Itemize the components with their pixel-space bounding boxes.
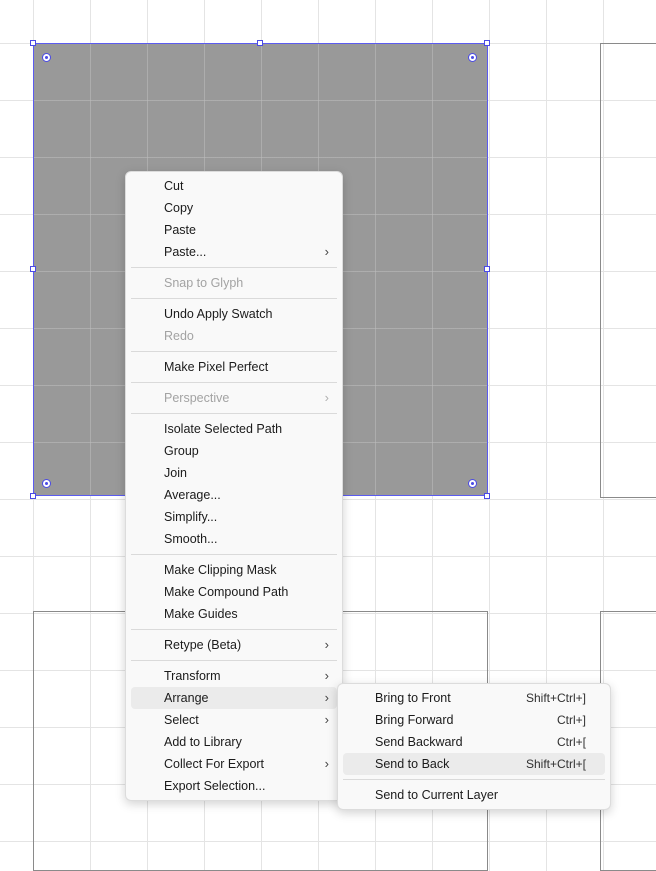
menu-separator: [131, 298, 337, 299]
menu-item-transform[interactable]: Transform ›: [131, 665, 337, 687]
menu-item-label: Add to Library: [164, 735, 242, 749]
corner-radius-widget-top-left[interactable]: [42, 53, 51, 62]
menu-item-label: Undo Apply Swatch: [164, 307, 273, 321]
menu-item-label: Perspective: [164, 391, 230, 405]
menu-item-label: Snap to Glyph: [164, 276, 244, 290]
handle-middle-left[interactable]: [30, 266, 36, 272]
menu-item-label: Paste: [164, 223, 196, 237]
menu-separator: [131, 660, 337, 661]
menu-item-label: Bring Forward: [375, 713, 454, 727]
menu-separator: [131, 413, 337, 414]
handle-middle-right[interactable]: [484, 266, 490, 272]
corner-radius-widget-bottom-left[interactable]: [42, 479, 51, 488]
menu-item-label: Cut: [164, 179, 184, 193]
chevron-right-icon: ›: [324, 690, 329, 705]
menu-item-label: Simplify...: [164, 510, 218, 524]
menu-separator: [131, 554, 337, 555]
menu-item-label: Arrange: [164, 691, 209, 705]
shortcut-label: Ctrl+[: [556, 735, 586, 749]
context-menu: Cut Copy Paste Paste... › Snap to Glyph U…: [125, 171, 343, 801]
menu-item-label: Send to Current Layer: [375, 788, 498, 802]
menu-item-label: Redo: [164, 329, 194, 343]
submenu-item-bring-to-front[interactable]: Bring to Front Shift+Ctrl+]: [343, 687, 605, 709]
menu-item-copy[interactable]: Copy: [131, 197, 337, 219]
menu-item-add-to-library[interactable]: Add to Library: [131, 731, 337, 753]
arrange-submenu: Bring to Front Shift+Ctrl+] Bring Forward…: [337, 683, 611, 810]
menu-separator: [131, 267, 337, 268]
handle-bottom-left[interactable]: [30, 493, 36, 499]
menu-item-label: Send Backward: [375, 735, 463, 749]
artboard-right-top: [600, 43, 656, 498]
menu-item-average[interactable]: Average...: [131, 484, 337, 506]
menu-separator: [131, 382, 337, 383]
chevron-right-icon: ›: [324, 712, 329, 727]
submenu-item-send-to-back[interactable]: Send to Back Shift+Ctrl+[: [343, 753, 605, 775]
submenu-item-bring-forward[interactable]: Bring Forward Ctrl+]: [343, 709, 605, 731]
menu-item-retype[interactable]: Retype (Beta) ›: [131, 634, 337, 656]
menu-item-snap-to-glyph: Snap to Glyph: [131, 272, 337, 294]
menu-item-make-pixel-perfect[interactable]: Make Pixel Perfect: [131, 356, 337, 378]
submenu-item-send-to-current-layer[interactable]: Send to Current Layer: [343, 784, 605, 806]
menu-item-make-compound-path[interactable]: Make Compound Path: [131, 581, 337, 603]
menu-item-make-guides[interactable]: Make Guides: [131, 603, 337, 625]
submenu-item-send-backward[interactable]: Send Backward Ctrl+[: [343, 731, 605, 753]
menu-item-group[interactable]: Group: [131, 440, 337, 462]
menu-item-label: Paste...: [164, 245, 207, 259]
menu-item-simplify[interactable]: Simplify...: [131, 506, 337, 528]
menu-item-arrange[interactable]: Arrange ›: [131, 687, 337, 709]
menu-item-label: Make Clipping Mask: [164, 563, 277, 577]
chevron-right-icon: ›: [324, 390, 329, 405]
menu-item-label: Export Selection...: [164, 779, 266, 793]
menu-item-label: Average...: [164, 488, 221, 502]
handle-top-center[interactable]: [257, 40, 263, 46]
chevron-right-icon: ›: [324, 756, 329, 771]
menu-item-cut[interactable]: Cut: [131, 175, 337, 197]
menu-item-label: Bring to Front: [375, 691, 451, 705]
handle-bottom-right[interactable]: [484, 493, 490, 499]
menu-separator: [131, 351, 337, 352]
menu-item-redo: Redo: [131, 325, 337, 347]
menu-item-label: Join: [164, 466, 187, 480]
chevron-right-icon: ›: [324, 244, 329, 259]
shortcut-label: Ctrl+]: [556, 713, 586, 727]
menu-item-smooth[interactable]: Smooth...: [131, 528, 337, 550]
handle-top-left[interactable]: [30, 40, 36, 46]
menu-item-label: Make Pixel Perfect: [164, 360, 269, 374]
menu-item-label: Copy: [164, 201, 194, 215]
menu-item-perspective: Perspective ›: [131, 387, 337, 409]
menu-separator: [343, 779, 605, 780]
shortcut-label: Shift+Ctrl+]: [525, 691, 586, 705]
menu-item-label: Smooth...: [164, 532, 218, 546]
menu-item-label: Transform: [164, 669, 221, 683]
menu-item-select[interactable]: Select ›: [131, 709, 337, 731]
chevron-right-icon: ›: [324, 637, 329, 652]
menu-item-label: Retype (Beta): [164, 638, 242, 652]
menu-item-label: Isolate Selected Path: [164, 422, 283, 436]
menu-item-paste-submenu[interactable]: Paste... ›: [131, 241, 337, 263]
menu-item-label: Collect For Export: [164, 757, 265, 771]
menu-separator: [131, 629, 337, 630]
menu-item-label: Select: [164, 713, 199, 727]
handle-top-right[interactable]: [484, 40, 490, 46]
menu-item-paste[interactable]: Paste: [131, 219, 337, 241]
menu-item-label: Group: [164, 444, 199, 458]
menu-item-join[interactable]: Join: [131, 462, 337, 484]
menu-item-make-clipping-mask[interactable]: Make Clipping Mask: [131, 559, 337, 581]
shortcut-label: Shift+Ctrl+[: [525, 757, 586, 771]
menu-item-label: Make Guides: [164, 607, 238, 621]
menu-item-undo[interactable]: Undo Apply Swatch: [131, 303, 337, 325]
chevron-right-icon: ›: [324, 668, 329, 683]
corner-radius-widget-top-right[interactable]: [468, 53, 477, 62]
menu-item-label: Send to Back: [375, 757, 450, 771]
menu-item-label: Make Compound Path: [164, 585, 289, 599]
menu-item-isolate-selected-path[interactable]: Isolate Selected Path: [131, 418, 337, 440]
menu-item-export-selection[interactable]: Export Selection...: [131, 775, 337, 797]
corner-radius-widget-bottom-right[interactable]: [468, 479, 477, 488]
menu-item-collect-for-export[interactable]: Collect For Export ›: [131, 753, 337, 775]
